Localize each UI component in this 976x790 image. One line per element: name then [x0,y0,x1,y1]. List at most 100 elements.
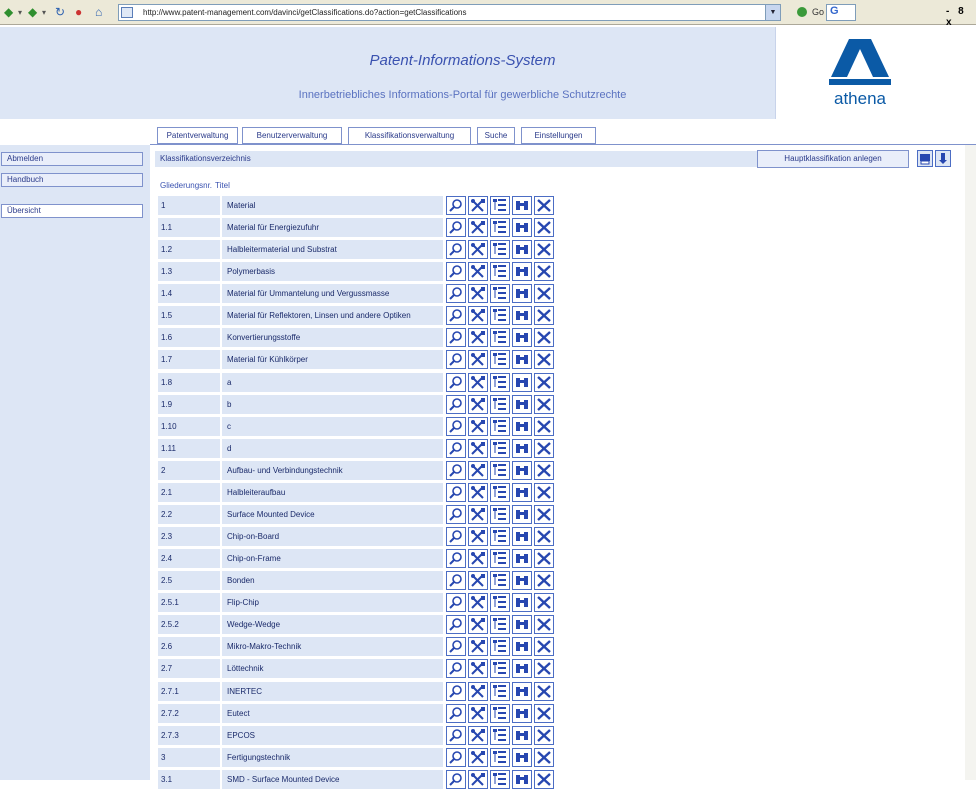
view-button[interactable] [446,726,466,745]
edit-tools-button[interactable] [468,593,488,612]
search-binoculars-button[interactable] [512,748,532,767]
delete-button[interactable] [534,527,554,546]
delete-button[interactable] [534,549,554,568]
edit-tools-button[interactable] [468,218,488,237]
delete-button[interactable] [534,350,554,369]
search-binoculars-button[interactable] [512,483,532,502]
subclass-button[interactable] [490,328,510,347]
sidebar-item-uebersicht[interactable]: Übersicht [1,204,143,218]
forward-dropdown-icon[interactable]: ▾ [42,8,46,17]
view-button[interactable] [446,527,466,546]
subclass-button[interactable] [490,571,510,590]
subclass-button[interactable] [490,549,510,568]
delete-button[interactable] [534,704,554,723]
search-binoculars-button[interactable] [512,218,532,237]
delete-button[interactable] [534,615,554,634]
view-button[interactable] [446,417,466,436]
view-button[interactable] [446,262,466,281]
search-binoculars-button[interactable] [512,240,532,259]
add-main-classification-button[interactable]: Hauptklassifikation anlegen [757,150,909,168]
delete-button[interactable] [534,306,554,325]
view-button[interactable] [446,637,466,656]
delete-button[interactable] [534,262,554,281]
edit-tools-button[interactable] [468,748,488,767]
google-search-icon[interactable]: G [826,4,856,21]
edit-tools-button[interactable] [468,615,488,634]
export-button[interactable] [935,150,951,167]
search-binoculars-button[interactable] [512,417,532,436]
edit-tools-button[interactable] [468,704,488,723]
edit-tools-button[interactable] [468,439,488,458]
subclass-button[interactable] [490,615,510,634]
delete-button[interactable] [534,439,554,458]
subclass-button[interactable] [490,726,510,745]
window-controls[interactable]: - 8 x [946,6,976,28]
address-dropdown-icon[interactable]: ▼ [765,5,780,20]
delete-button[interactable] [534,726,554,745]
delete-button[interactable] [534,593,554,612]
subclass-button[interactable] [490,306,510,325]
subclass-button[interactable] [490,704,510,723]
delete-button[interactable] [534,284,554,303]
edit-tools-button[interactable] [468,417,488,436]
view-button[interactable] [446,284,466,303]
delete-button[interactable] [534,505,554,524]
search-binoculars-button[interactable] [512,439,532,458]
edit-tools-button[interactable] [468,571,488,590]
view-button[interactable] [446,704,466,723]
home-icon[interactable]: ⌂ [95,5,102,19]
view-button[interactable] [446,306,466,325]
view-button[interactable] [446,240,466,259]
subclass-button[interactable] [490,439,510,458]
view-button[interactable] [446,373,466,392]
search-binoculars-button[interactable] [512,527,532,546]
go-label-icon[interactable]: Go [812,7,824,17]
search-binoculars-button[interactable] [512,196,532,215]
view-button[interactable] [446,659,466,678]
tab-klassifikationsverwaltung[interactable]: Klassifikationsverwaltung [348,127,471,145]
view-button[interactable] [446,682,466,701]
edit-tools-button[interactable] [468,328,488,347]
refresh-icon[interactable]: ↻ [55,5,65,19]
view-button[interactable] [446,439,466,458]
delete-button[interactable] [534,240,554,259]
edit-tools-button[interactable] [468,659,488,678]
search-binoculars-button[interactable] [512,328,532,347]
delete-button[interactable] [534,483,554,502]
subclass-button[interactable] [490,593,510,612]
go-icon[interactable] [797,7,807,17]
address-url[interactable]: http://www.patent-management.com/davinci… [143,8,467,17]
subclass-button[interactable] [490,748,510,767]
view-button[interactable] [446,395,466,414]
search-binoculars-button[interactable] [512,659,532,678]
edit-tools-button[interactable] [468,306,488,325]
subclass-button[interactable] [490,395,510,414]
edit-tools-button[interactable] [468,373,488,392]
view-button[interactable] [446,748,466,767]
edit-tools-button[interactable] [468,682,488,701]
edit-tools-button[interactable] [468,395,488,414]
subclass-button[interactable] [490,196,510,215]
edit-tools-button[interactable] [468,196,488,215]
edit-tools-button[interactable] [468,350,488,369]
subclass-button[interactable] [490,505,510,524]
delete-button[interactable] [534,461,554,480]
view-button[interactable] [446,615,466,634]
edit-tools-button[interactable] [468,505,488,524]
delete-button[interactable] [534,395,554,414]
subclass-button[interactable] [490,373,510,392]
address-bar[interactable]: http://www.patent-management.com/davinci… [118,4,781,21]
search-binoculars-button[interactable] [512,306,532,325]
delete-button[interactable] [534,218,554,237]
view-button[interactable] [446,593,466,612]
search-binoculars-button[interactable] [512,549,532,568]
subclass-button[interactable] [490,284,510,303]
delete-button[interactable] [534,196,554,215]
delete-button[interactable] [534,417,554,436]
subclass-button[interactable] [490,637,510,656]
tab-einstellungen[interactable]: Einstellungen [521,127,596,144]
edit-tools-button[interactable] [468,262,488,281]
view-button[interactable] [446,549,466,568]
view-button[interactable] [446,218,466,237]
subclass-button[interactable] [490,417,510,436]
